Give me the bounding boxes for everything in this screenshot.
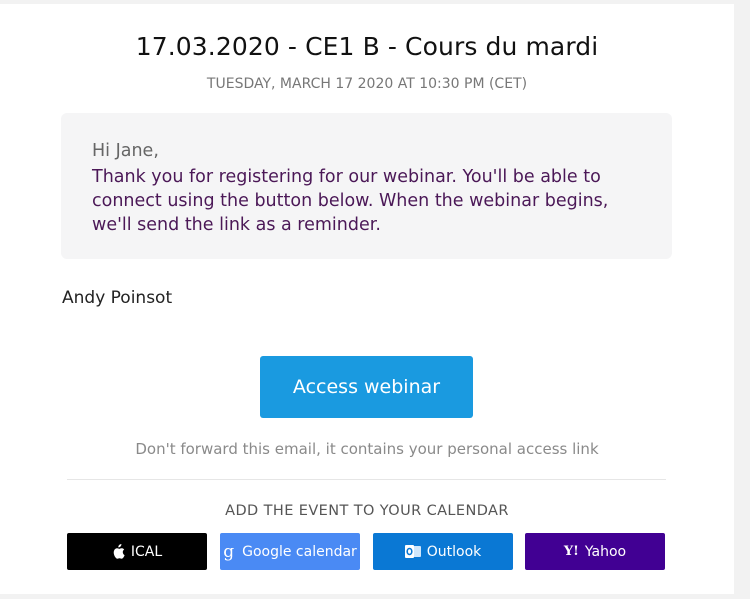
event-datetime: TUESDAY, MARCH 17 2020 AT 10:30 PM (CET) xyxy=(206,76,528,92)
ical-label: ICAL xyxy=(130,543,163,560)
outlook-icon xyxy=(404,544,421,559)
ical-button[interactable]: ICAL xyxy=(67,533,207,570)
email-card: 17.03.2020 - CE1 B - Cours du mardi TUES… xyxy=(0,4,734,594)
outlook-label: Outlook xyxy=(426,543,482,560)
message-box: Hi Jane, Thank you for registering for o… xyxy=(61,113,672,259)
forward-notice: Don't forward this email, it contains yo… xyxy=(135,440,599,458)
divider xyxy=(67,479,666,480)
outlook-button[interactable]: Outlook xyxy=(373,533,513,570)
greeting: Hi Jane, xyxy=(92,141,159,161)
yahoo-button[interactable]: Y! Yahoo xyxy=(525,533,665,570)
yahoo-icon: Y! xyxy=(563,544,579,559)
yahoo-label: Yahoo xyxy=(584,543,627,560)
google-calendar-label: Google calendar xyxy=(242,543,357,560)
access-webinar-button[interactable]: Access webinar xyxy=(260,356,473,418)
apple-icon xyxy=(112,544,125,559)
google-calendar-button[interactable]: g Google calendar xyxy=(220,533,360,570)
sender-name: Andy Poinsot xyxy=(62,288,173,308)
calendar-heading: ADD THE EVENT TO YOUR CALENDAR xyxy=(225,503,509,519)
google-icon: g xyxy=(223,541,235,562)
message-body: Thank you for registering for our webina… xyxy=(92,167,609,235)
event-title: 17.03.2020 - CE1 B - Cours du mardi xyxy=(135,32,599,61)
